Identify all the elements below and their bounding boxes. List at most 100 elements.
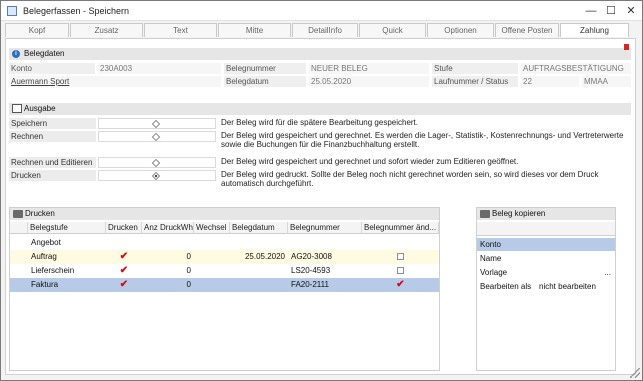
stufe-value: AUFTRAGSBESTÄTIGUNG	[521, 63, 631, 74]
mode-rechnen-editieren-option[interactable]	[98, 157, 216, 168]
anz-cell: 0	[186, 266, 191, 275]
beleg-kopieren-header: Beleg kopieren	[477, 208, 615, 220]
belegstufe-cell: Faktura	[31, 280, 59, 289]
belegnummer-cell: FA20-2111	[291, 280, 329, 289]
belegdaten-header: i Belegdaten	[9, 48, 631, 60]
belegnummer-label: Belegnummer	[224, 63, 306, 74]
konto-label: Konto	[9, 63, 95, 74]
konto-value: 230A003	[98, 63, 221, 74]
belegnummer-cell: LS20-4593	[291, 266, 331, 275]
rechnen-editieren-radio[interactable]	[151, 158, 161, 168]
tab-zahlung[interactable]: Zahlung	[560, 23, 629, 37]
ausgabe-title: Ausgabe	[24, 104, 56, 113]
table-row[interactable]: Faktura ✔ 0 FA20-2111 ✔	[10, 278, 439, 292]
resize-grip-icon[interactable]	[630, 368, 640, 378]
copy-icon	[480, 210, 490, 218]
anz-cell: 0	[186, 252, 191, 261]
kopieren-row-vorlage[interactable]: Vorlage ...	[477, 266, 615, 279]
tab-quick[interactable]: Quick	[359, 23, 426, 37]
edit-icon	[12, 104, 22, 113]
check-icon[interactable]: ✔	[396, 278, 404, 292]
printer-icon	[13, 210, 23, 218]
aendern-cell[interactable]: ✔	[362, 278, 439, 292]
app-icon	[7, 6, 17, 16]
belegstufe-cell: Lieferschein	[31, 266, 75, 275]
kopieren-row-name[interactable]: Name	[477, 252, 615, 265]
laufnummer-label: Laufnummer / Status	[432, 76, 518, 87]
maximize-button[interactable]: ☐	[604, 4, 618, 18]
belegstufe-cell: Auftrag	[31, 252, 57, 261]
col-wechsel[interactable]: Wechsel	[194, 222, 230, 234]
belegerfassen-window: Belegerfassen - Speichern — ☐ ✕ Kopf Zus…	[0, 0, 643, 381]
mode-rechnen-option[interactable]	[98, 131, 216, 142]
mode-rechnen-label: Rechnen	[9, 131, 96, 142]
drucken-cell[interactable]: ✔	[106, 264, 142, 278]
beleg-kopieren-title: Beleg kopieren	[492, 209, 546, 218]
mode-drucken-desc-2: automatisch durchgeführt.	[221, 179, 314, 188]
col-anz-druckwh[interactable]: Anz DruckWh.	[142, 222, 194, 234]
mode-rechnen-desc-2: sowie die Buchungen für die Finanzbuchha…	[221, 140, 420, 149]
drucken-cell[interactable]: ✔	[106, 250, 142, 264]
kopieren-label: Konto	[480, 240, 501, 249]
tab-zusatz[interactable]: Zusatz	[70, 23, 143, 37]
kunde-link[interactable]: Auermann Sport	[11, 77, 69, 86]
tab-kopf[interactable]: Kopf	[5, 23, 69, 37]
tab-detailinfo[interactable]: DetailInfo	[292, 23, 358, 37]
title-bar: Belegerfassen - Speichern — ☐ ✕	[1, 1, 642, 21]
kunde-field: Auermann Sport	[9, 76, 221, 87]
checkbox[interactable]	[397, 267, 404, 275]
drucken-title: Drucken	[25, 209, 55, 218]
bearbeiten-als-value[interactable]: nicht bearbeiten	[539, 280, 596, 293]
check-icon[interactable]: ✔	[120, 278, 128, 292]
tab-optionen[interactable]: Optionen	[427, 23, 494, 37]
belegdatum-label: Belegdatum	[224, 76, 306, 87]
kopieren-row-bearbeiten[interactable]: Bearbeiten als nicht bearbeiten	[477, 280, 615, 293]
drucken-cell[interactable]: ✔	[106, 278, 142, 292]
col-drucken[interactable]: Drucken	[106, 222, 142, 234]
table-row[interactable]: Auftrag ✔ 0 25.05.2020 AG20-3008	[10, 250, 439, 264]
belegdatum-value: 25.05.2020	[309, 76, 429, 87]
drucken-radio[interactable]	[151, 171, 161, 181]
drucken-grid-header: Belegstufe Drucken Anz DruckWh. Wechsel …	[10, 222, 439, 234]
tab-offene-posten[interactable]: Offene Posten	[495, 23, 559, 37]
speichern-radio[interactable]	[151, 119, 161, 129]
mode-drucken-label: Drucken	[9, 170, 96, 181]
kopieren-label: Bearbeiten als	[480, 282, 532, 291]
stufe-label: Stufe	[432, 63, 518, 74]
table-row[interactable]: Lieferschein ✔ 0 LS20-4593	[10, 264, 439, 278]
flag-icon[interactable]	[624, 44, 629, 50]
drucken-header: Drucken	[10, 208, 439, 220]
col-belegnummer[interactable]: Belegnummer	[288, 222, 362, 234]
belegdatum-cell: 25.05.2020	[244, 252, 285, 261]
mode-speichern-desc: Der Beleg wird für die spätere Bearbeitu…	[221, 118, 418, 127]
tab-text[interactable]: Text	[144, 23, 217, 37]
kopieren-label: Name	[480, 254, 502, 263]
info-icon: i	[12, 50, 20, 58]
speichern-page: i Belegdaten Konto 230A003 Auermann Spor…	[5, 38, 636, 375]
aendern-cell[interactable]	[362, 250, 439, 264]
laufnummer-value: 22	[521, 76, 579, 87]
rechnen-radio[interactable]	[151, 132, 161, 142]
table-row[interactable]: Angebot	[10, 236, 439, 250]
belegdaten-title: Belegdaten	[24, 49, 65, 58]
beleg-kopieren-grid-header	[477, 222, 615, 236]
tab-mitte[interactable]: Mitte	[218, 23, 291, 37]
mode-drucken-option[interactable]	[98, 170, 216, 181]
col-belegdatum[interactable]: Belegdatum	[230, 222, 288, 234]
status-value: MMAA	[582, 76, 631, 87]
aendern-cell[interactable]	[362, 264, 439, 278]
vorlage-ellipsis-button[interactable]: ...	[604, 266, 611, 279]
checkbox[interactable]	[397, 253, 404, 261]
minimize-button[interactable]: —	[584, 4, 598, 18]
check-icon[interactable]: ✔	[120, 264, 128, 278]
kopieren-row-konto[interactable]: Konto	[477, 238, 615, 251]
belegstufe-cell: Angebot	[31, 238, 61, 247]
close-button[interactable]: ✕	[624, 4, 638, 18]
belegnummer-cell: AG20-3008	[291, 252, 332, 261]
mode-rechnen-editieren-desc: Der Beleg wird gespeichert und gerechnet…	[221, 157, 519, 166]
check-icon[interactable]: ✔	[120, 250, 128, 264]
col-belegstufe[interactable]: Belegstufe	[28, 222, 106, 234]
col-belegnummer-aendern[interactable]: Belegnummer änd...	[362, 222, 439, 234]
mode-speichern-option[interactable]	[98, 118, 216, 129]
belegnummer-value: NEUER BELEG	[309, 63, 429, 74]
